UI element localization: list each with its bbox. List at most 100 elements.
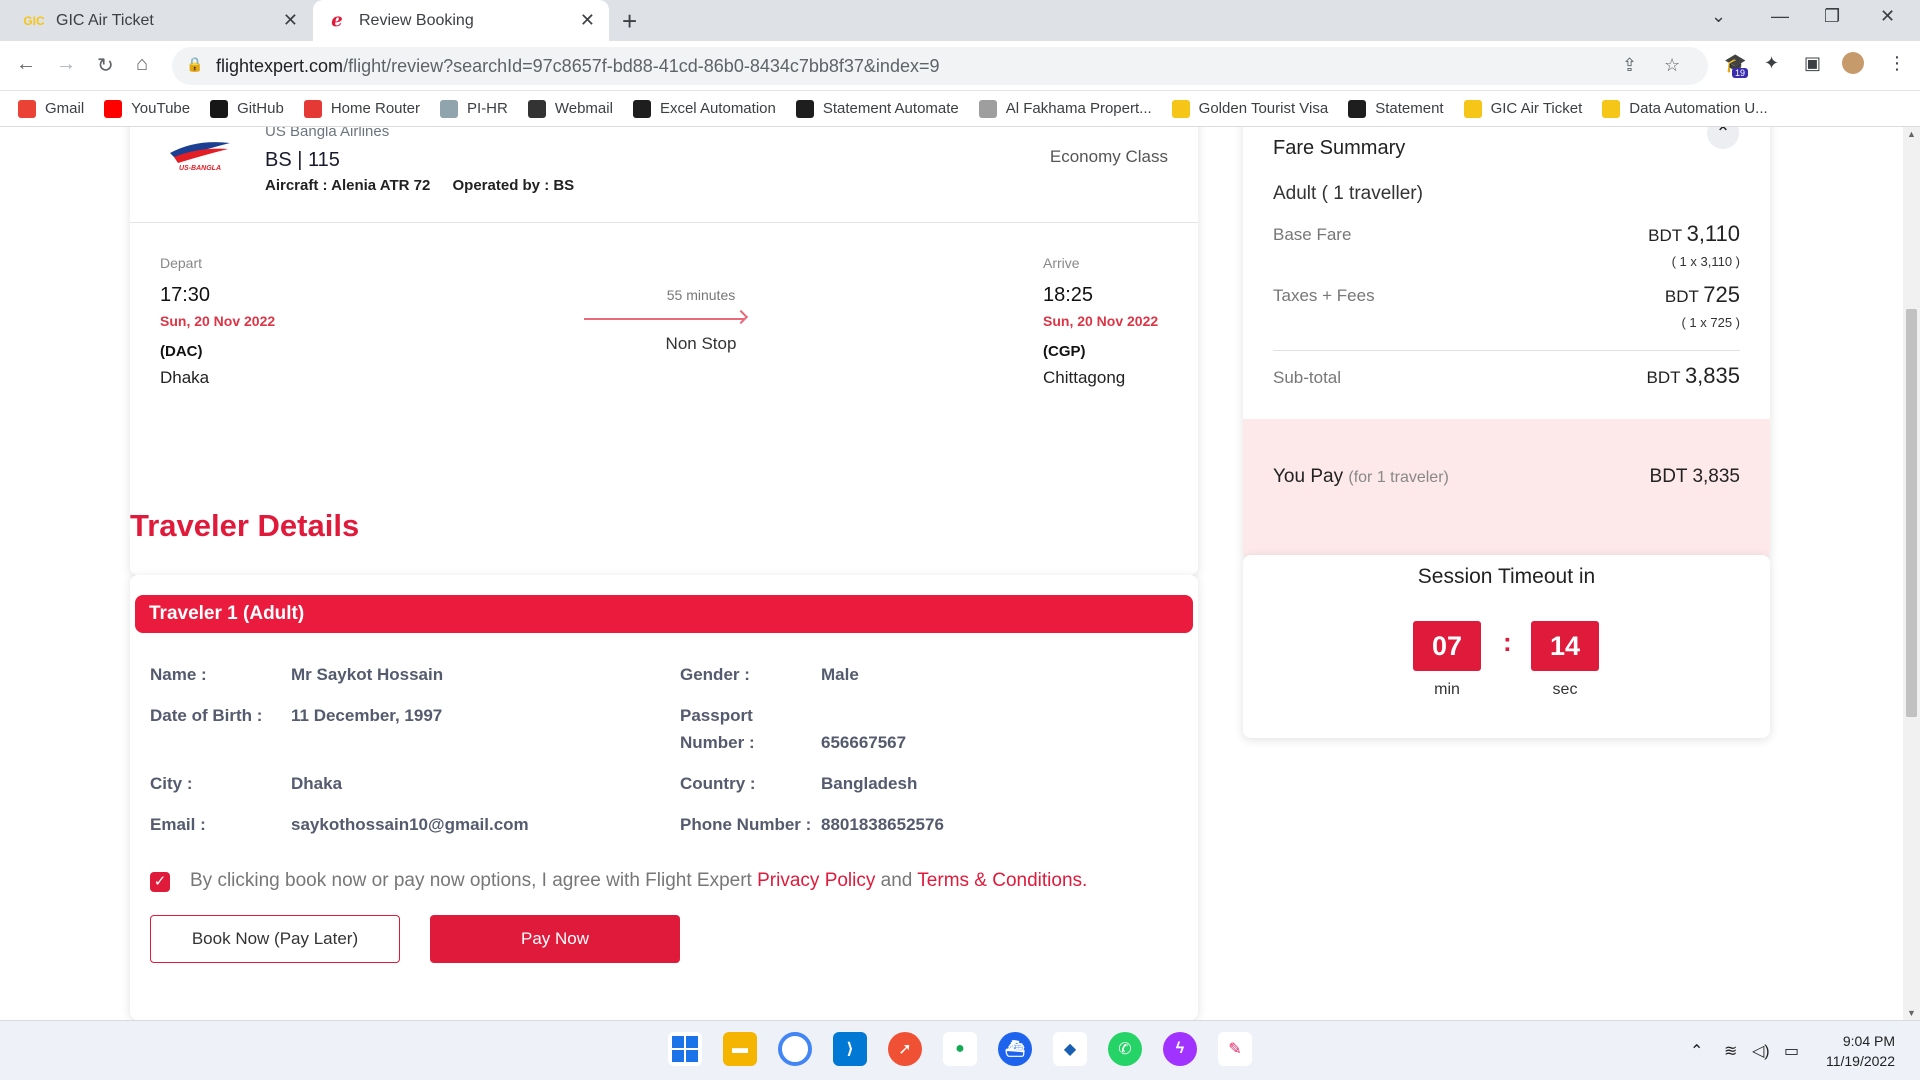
scroll-up-icon[interactable]: ▲ [1907,129,1916,139]
tray-expand-icon[interactable]: ⌃ [1690,1041,1703,1061]
restore-icon[interactable]: ❐ [1824,6,1840,27]
extensions-puzzle-icon[interactable]: ✦ [1764,53,1779,74]
bookmark-item[interactable]: Home Router [303,99,421,118]
bookmark-label: Excel Automation [659,100,776,117]
passport-label-line2: Number : [680,733,755,752]
flightexpert-icon: ℯ [331,10,343,30]
you-pay-label: You Pay (for 1 traveler) [1273,466,1449,488]
clock-time: 9:04 PM [1842,1033,1895,1049]
battery-icon[interactable]: ▭ [1784,1041,1799,1061]
gic-icon [1171,99,1190,118]
messenger-icon[interactable]: ϟ [1163,1032,1197,1066]
bookmark-star-icon[interactable]: ☆ [1664,55,1680,76]
pay-now-button[interactable]: Pay Now [430,915,680,963]
taxes-breakdown: ( 1 x 725 ) [1681,315,1740,330]
virtualbox-icon[interactable]: ◆ [1053,1032,1087,1066]
back-icon[interactable]: ← [16,53,36,76]
close-window-icon[interactable]: ✕ [1880,6,1895,27]
bookmark-item[interactable]: Webmail [527,99,613,118]
minimize-icon[interactable]: — [1771,6,1789,27]
home-icon[interactable]: ⌂ [136,53,148,76]
aircraft-info: Aircraft : Alenia ATR 72 Operated by : B… [265,177,574,194]
arrive-time: 18:25 [1043,284,1094,306]
fare-summary-card: ⌃ Fare Summary Adult ( 1 traveller) Base… [1243,127,1770,559]
postman-icon[interactable]: ➚ [888,1032,922,1066]
country-label: Country : [680,774,756,793]
bookmark-item[interactable]: PI-HR [440,99,508,118]
bookmark-item[interactable]: Gmail [18,99,84,118]
gmail-icon [18,99,36,118]
bookmark-item[interactable]: Data Automation U... [1602,99,1768,118]
bookmark-label: Home Router [330,100,421,117]
chrome-icon[interactable] [778,1032,812,1066]
file-explorer-icon[interactable]: ▬ [723,1032,757,1066]
base-fare-label: Base Fare [1273,225,1352,244]
side-panel-icon[interactable]: ▣ [1804,53,1821,74]
flight-duration: 55 minutes [666,287,736,303]
terms-link[interactable]: Terms & Conditions [917,870,1082,891]
you-pay-text: You Pay [1273,466,1349,487]
bookmark-item[interactable]: Statement [1348,99,1444,118]
bookmark-item[interactable]: Al Fakhama Propert... [978,99,1152,118]
phone-value: 8801838652576 [821,815,944,834]
vscode-icon[interactable]: ⟩ [833,1032,867,1066]
windows-start-icon[interactable] [668,1032,702,1066]
share-icon[interactable]: ⇪ [1622,55,1637,76]
browser-tab-strip: GIC GIC Air Ticket ✕ ℯ Review Booking ✕ … [0,0,1920,41]
page-scrollbar[interactable]: ▲ ▼ [1903,127,1920,1020]
subtotal-value: BDT 3,835 [1647,363,1740,389]
wifi-icon[interactable]: ≋ [1724,1041,1737,1061]
scrollbar-thumb[interactable] [1906,309,1917,717]
dob-label: Date of Birth : [150,706,263,725]
lock-icon[interactable]: 🔒 [186,56,203,73]
subtotal-label: Sub-total [1273,368,1342,387]
collapse-chevron-up-icon[interactable]: ⌃ [1707,127,1739,149]
cabin-class: Economy Class [1049,147,1168,166]
depart-code: (DAC) [160,343,203,360]
operated-by-label: Operated by : BS [452,177,575,194]
bookmark-label: Al Fakhama Propert... [1005,100,1152,117]
paint-icon[interactable]: ✎ [1218,1032,1252,1066]
bookmark-label: Statement Automate [822,100,959,117]
mongodb-icon[interactable]: ● [943,1032,977,1066]
address-bar[interactable]: 🔒 flightexpert.com/flight/review?searchI… [172,47,1708,85]
bookmark-item[interactable]: GIC Air Ticket [1463,99,1582,118]
system-clock[interactable]: 9:04 PM 11/19/2022 [1826,1031,1895,1071]
us-bangla-logo: US-BANGLA [170,142,230,172]
webmail-icon [527,99,546,118]
tab-review-booking[interactable]: ℯ Review Booking ✕ [313,0,609,41]
close-tab-icon[interactable]: ✕ [580,10,595,31]
close-tab-icon[interactable]: ✕ [283,10,298,31]
bookmark-item[interactable]: Excel Automation [632,99,776,118]
divider [130,222,1198,223]
tab-search-icon[interactable]: ⌄ [1711,6,1726,27]
volume-icon[interactable]: ◁) [1752,1041,1770,1061]
new-tab-icon[interactable]: + [622,6,637,37]
reload-icon[interactable]: ↻ [97,53,114,78]
url-text[interactable]: flightexpert.com/flight/review?searchId=… [216,56,940,77]
gic-icon: GIC [23,13,45,28]
bookmark-item[interactable]: Statement Automate [795,99,959,118]
divider [1273,350,1740,351]
github-icon [210,99,229,118]
profile-avatar[interactable] [1842,52,1864,74]
docker-icon[interactable]: ⛴ [998,1032,1032,1066]
aircraft-label: Aircraft : Alenia ATR 72 [265,177,431,194]
privacy-policy-link[interactable]: Privacy Policy [757,870,875,891]
bookmark-label: GitHub [237,100,284,117]
menu-kebab-icon[interactable]: ⋮ [1888,53,1906,74]
arrive-date: Sun, 20 Nov 2022 [1043,313,1159,329]
tab-gic-air-ticket[interactable]: GIC GIC Air Ticket ✕ [0,0,312,41]
bookmark-item[interactable]: Golden Tourist Visa [1171,99,1328,118]
city-value: Dhaka [291,774,343,793]
bookmark-item[interactable]: GitHub [210,99,284,118]
scroll-down-icon[interactable]: ▼ [1907,1008,1916,1018]
page-icon [978,99,997,118]
timer-minutes: 07 [1413,621,1481,671]
bookmark-item[interactable]: YouTube [104,99,190,118]
whatsapp-icon[interactable]: ✆ [1108,1032,1142,1066]
agree-checkbox[interactable]: ✓ [150,872,170,892]
browser-toolbar: ← → ↻ ⌂ 🔒 flightexpert.com/flight/review… [0,41,1920,91]
forward-icon[interactable]: → [56,53,76,76]
book-now-pay-later-button[interactable]: Book Now (Pay Later) [150,915,400,963]
